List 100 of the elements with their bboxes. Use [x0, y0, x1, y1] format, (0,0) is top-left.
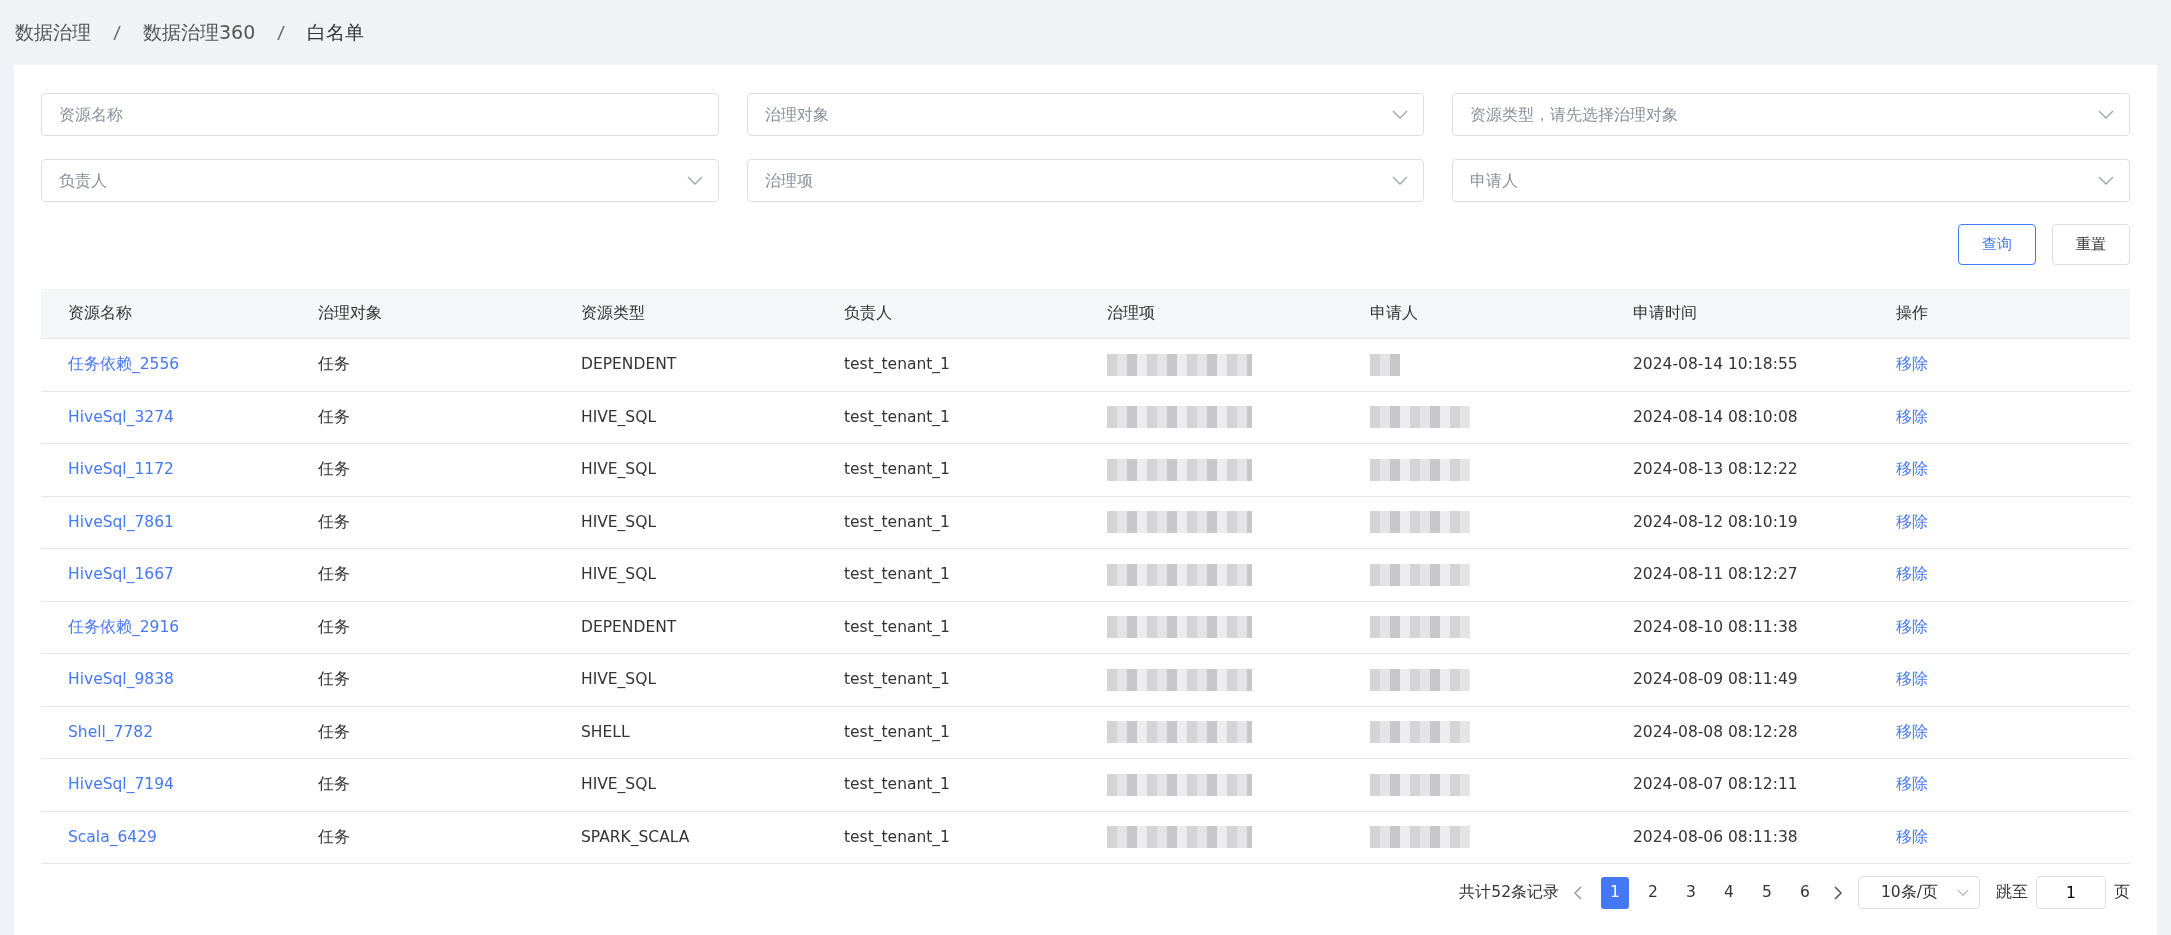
table-cell-text: test_tenant_1 — [844, 721, 950, 743]
table-cell-text: 2024-08-07 08:12:11 — [1633, 774, 1798, 796]
page-number[interactable]: 1 — [1601, 876, 1629, 909]
table-cell-text: 2024-08-13 08:12:22 — [1633, 459, 1798, 481]
resource-link[interactable]: HiveSql_7861 — [41, 510, 174, 534]
table-cell-text: 任务 — [318, 774, 350, 796]
table-cell-text: DEPENDENT — [581, 616, 677, 638]
table-cell-text: DEPENDENT — [581, 354, 677, 376]
jump-label: 跳至 — [1996, 881, 2028, 903]
chevron-down-icon — [1392, 176, 1409, 186]
table-cell-text: test_tenant_1 — [844, 564, 950, 586]
table-cell-text: 任务 — [318, 406, 350, 428]
resource-link[interactable]: HiveSql_7194 — [41, 773, 174, 797]
breadcrumb-item[interactable]: 数据治理360 — [143, 18, 256, 47]
table-cell-text: test_tenant_1 — [844, 826, 950, 848]
table-cell-text: HIVE_SQL — [581, 459, 657, 481]
column-header: 治理项 — [1107, 302, 1155, 324]
table-cell-text: 2024-08-14 08:10:08 — [1633, 406, 1798, 428]
table-cell-text: 任务 — [318, 564, 350, 586]
next-page-icon[interactable] — [1834, 885, 1843, 900]
page-number[interactable]: 4 — [1715, 876, 1743, 909]
table-cell-text: 2024-08-08 08:12:28 — [1633, 721, 1798, 743]
select-field[interactable]: 治理对象 — [746, 93, 1425, 136]
select-field[interactable]: 申请人 — [1452, 159, 2130, 202]
column-header: 资源类型 — [581, 302, 645, 324]
table-cell-text: HIVE_SQL — [581, 669, 657, 691]
chevron-down-icon — [686, 176, 703, 186]
remove-link[interactable]: 移除 — [1869, 615, 1928, 639]
select-field[interactable]: 治理项 — [746, 159, 1425, 202]
table-cell-text: test_tenant_1 — [844, 354, 950, 376]
table-cell-text: 2024-08-12 08:10:19 — [1633, 511, 1798, 533]
column-header: 申请人 — [1370, 302, 1418, 324]
remove-link[interactable]: 移除 — [1869, 563, 1928, 587]
table-cell-text: test_tenant_1 — [844, 669, 950, 691]
select-field[interactable]: 负责人 — [41, 159, 719, 202]
table-cell-text: test_tenant_1 — [844, 616, 950, 638]
table-cell-text: HIVE_SQL — [581, 511, 657, 533]
remove-link[interactable]: 移除 — [1869, 773, 1928, 797]
breadcrumb-item[interactable]: 数据治理 — [15, 18, 91, 47]
select-field[interactable]: 资源类型，请先选择治理对象 — [1452, 93, 2130, 136]
table-cell-text: 任务 — [318, 459, 350, 481]
remove-link[interactable]: 移除 — [1869, 353, 1928, 377]
table-cell-text: 2024-08-09 08:11:49 — [1633, 669, 1798, 691]
table-cell-text: HIVE_SQL — [581, 564, 657, 586]
chevron-down-icon — [2098, 176, 2114, 186]
total-count: 共计52条记录 — [1459, 881, 1559, 903]
table-cell-text: SHELL — [581, 721, 630, 743]
table-cell-text: test_tenant_1 — [844, 774, 950, 796]
previous-page-icon[interactable] — [1573, 885, 1582, 900]
table-cell-text: test_tenant_1 — [844, 406, 950, 428]
table-cell-text: 任务 — [318, 826, 350, 848]
table-cell-text: 2024-08-10 08:11:38 — [1633, 616, 1798, 638]
table-cell-text: test_tenant_1 — [844, 459, 950, 481]
table-cell-text: HIVE_SQL — [581, 774, 657, 796]
page-number[interactable]: 3 — [1677, 876, 1705, 909]
table-cell-text: test_tenant_1 — [844, 511, 950, 533]
chevron-down-icon — [2098, 110, 2114, 120]
slash-separator-icon — [113, 24, 121, 41]
resource-link[interactable]: HiveSql_3274 — [41, 405, 174, 429]
table-cell-text: HIVE_SQL — [581, 406, 657, 428]
resource-link[interactable]: HiveSql_1667 — [41, 563, 174, 587]
resource-link[interactable]: HiveSql_1172 — [41, 458, 174, 482]
query-button[interactable]: 查询 — [1958, 224, 2036, 265]
table-cell-text: 任务 — [318, 354, 350, 376]
chevron-down-icon — [1957, 887, 1969, 898]
resource-link[interactable]: Scala_6429 — [41, 825, 157, 849]
table-cell-text: 任务 — [318, 669, 350, 691]
slash-separator-icon — [277, 24, 286, 41]
remove-link[interactable]: 移除 — [1869, 720, 1928, 744]
resource-link[interactable]: 任务依赖_2556 — [41, 353, 180, 377]
table-cell-text: 任务 — [318, 616, 350, 638]
column-header: 负责人 — [844, 302, 892, 324]
resource-link[interactable]: HiveSql_9838 — [41, 668, 174, 692]
column-header: 治理对象 — [318, 302, 382, 324]
text-field[interactable]: 资源名称 — [41, 93, 719, 136]
remove-link[interactable]: 移除 — [1869, 405, 1928, 429]
page-number[interactable]: 5 — [1753, 876, 1781, 909]
table-cell-text: 2024-08-06 08:11:38 — [1633, 826, 1798, 848]
page-number[interactable]: 6 — [1791, 876, 1819, 909]
page-number[interactable]: 2 — [1639, 876, 1667, 909]
page-unit-label: 页 — [2114, 881, 2130, 903]
resource-link[interactable]: 任务依赖_2916 — [41, 615, 180, 639]
breadcrumb-item: 白名单 — [307, 20, 365, 46]
reset-button[interactable]: 重置 — [2052, 224, 2130, 265]
remove-link[interactable]: 移除 — [1869, 510, 1928, 534]
column-header: 操作 — [1896, 302, 1928, 324]
column-header: 资源名称 — [68, 302, 132, 324]
table-cell-text: 任务 — [318, 721, 350, 743]
remove-link[interactable]: 移除 — [1869, 458, 1928, 482]
remove-link[interactable]: 移除 — [1869, 825, 1928, 849]
table-cell-text: 任务 — [318, 511, 350, 533]
page-size-select[interactable]: 10条/页 — [1858, 876, 1980, 909]
page-jump-field[interactable]: 1 — [2036, 876, 2106, 909]
resource-link[interactable]: Shell_7782 — [41, 720, 153, 744]
remove-link[interactable]: 移除 — [1869, 668, 1928, 692]
table-cell-text: 2024-08-14 10:18:55 — [1633, 354, 1798, 376]
chevron-down-icon — [1392, 110, 1409, 120]
table-cell-text: SPARK_SCALA — [581, 826, 690, 848]
redacted-block — [1370, 353, 1400, 376]
table-cell-text: 2024-08-11 08:12:27 — [1633, 564, 1798, 586]
